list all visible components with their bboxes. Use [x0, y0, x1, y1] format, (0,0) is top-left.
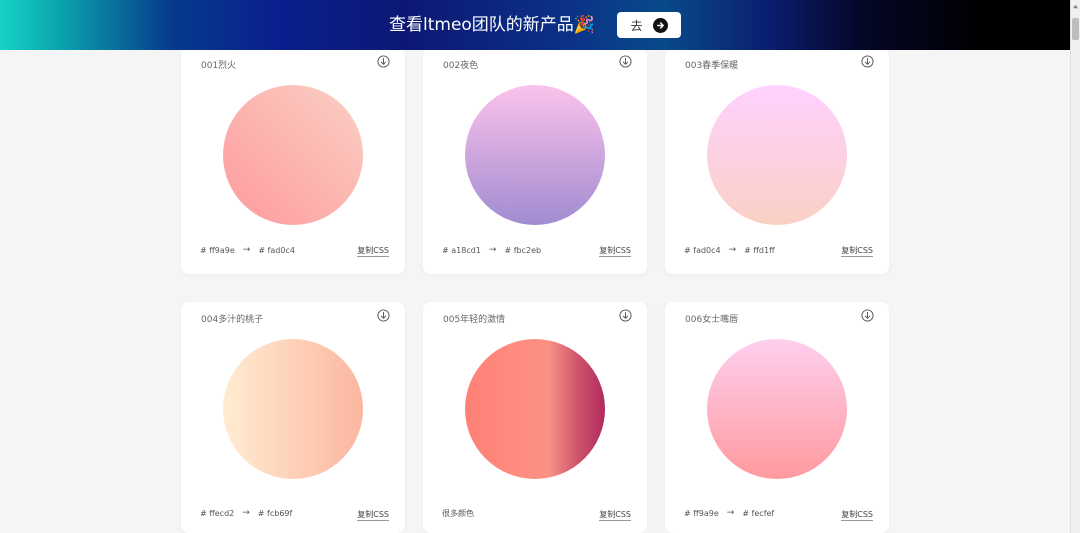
copy-css-button[interactable]: 复制CSS — [841, 510, 873, 521]
card-title: 002夜色 — [443, 61, 479, 71]
copy-css-button[interactable]: 复制CSS — [357, 246, 389, 257]
color-to: # ffd1ff — [744, 245, 775, 255]
download-icon[interactable] — [861, 307, 874, 322]
color-from: # ff9a9e — [200, 245, 235, 255]
promo-banner: 查看ltmeo团队的新产品🎉 去 — [0, 0, 1071, 50]
color-from: # fad0c4 — [684, 245, 721, 255]
color-stops: # ff9a9e → # fad0c4 — [200, 245, 295, 255]
color-from: # a18cd1 — [442, 245, 481, 255]
gradient-card: 002夜色 # a18cd1 → # fbc2eb 复制CSS — [423, 48, 647, 274]
arrow-icon: → — [242, 508, 250, 518]
card-title: 003春季保暖 — [685, 61, 739, 71]
gradient-preview — [707, 85, 847, 225]
card-title: 006女士嘴唇 — [685, 315, 739, 325]
color-to: # fcb69f — [257, 508, 293, 518]
gradient-preview — [465, 85, 605, 225]
color-to: # fecfef — [742, 508, 775, 518]
arrow-right-circle-icon — [652, 17, 668, 33]
color-from: # ffecd2 — [200, 508, 235, 518]
banner-go-button[interactable]: 去 — [617, 12, 681, 38]
download-icon[interactable] — [619, 307, 632, 322]
arrow-icon: → — [242, 245, 251, 255]
color-stops: # ffecd2 → # fcb69f — [200, 508, 292, 518]
gradient-preview — [465, 339, 605, 479]
arrow-icon: → — [728, 245, 737, 255]
gradient-preview — [707, 339, 847, 479]
card-title: 005年轻的激情 — [443, 315, 506, 325]
color-stops: # fad0c4 → # ffd1ff — [684, 245, 775, 255]
gradient-preview — [223, 339, 363, 479]
copy-css-button[interactable]: 复制CSS — [357, 510, 389, 521]
color-stops: 很多颜色 — [442, 508, 474, 519]
banner-title: 查看ltmeo团队的新产品🎉 — [389, 15, 595, 35]
gradient-card: 003春季保暖 # fad0c4 → # ffd1ff 复制CSS — [665, 48, 889, 274]
download-icon[interactable] — [619, 53, 632, 68]
card-title: 001烈火 — [201, 61, 237, 71]
stops-text: 很多颜色 — [442, 509, 474, 518]
color-stops: # a18cd1 → # fbc2eb — [442, 245, 541, 255]
gradient-preview — [223, 85, 363, 225]
copy-css-button[interactable]: 复制CSS — [599, 246, 631, 257]
gradient-card: 001烈火 # ff9a9e → # fad0c4 复制CSS — [181, 48, 405, 274]
color-to: # fad0c4 — [258, 245, 295, 255]
gradient-card: 005年轻的激情 很多颜色 复制CSS — [423, 302, 647, 533]
gradient-card: 006女士嘴唇 # ff9a9e → # fecfef 复制CSS — [665, 302, 889, 533]
card-title: 004多汁的桃子 — [201, 315, 264, 325]
page-scrollbar[interactable] — [1070, 0, 1080, 533]
arrow-icon: → — [726, 508, 735, 518]
color-to: # fbc2eb — [504, 245, 542, 255]
gradient-card: 004多汁的桃子 # ffecd2 → # fcb69f 复制CSS — [181, 302, 405, 533]
scroll-thumb[interactable] — [1072, 18, 1079, 40]
download-icon[interactable] — [377, 307, 390, 322]
scroll-up-icon[interactable] — [1072, 3, 1079, 10]
color-from: # ff9a9e — [684, 508, 719, 518]
color-stops: # ff9a9e → # fecfef — [684, 508, 774, 518]
download-icon[interactable] — [861, 53, 874, 68]
download-icon[interactable] — [377, 53, 390, 68]
banner-go-label: 去 — [630, 18, 643, 33]
arrow-icon: → — [488, 245, 497, 255]
copy-css-button[interactable]: 复制CSS — [599, 510, 631, 521]
copy-css-button[interactable]: 复制CSS — [841, 246, 873, 257]
